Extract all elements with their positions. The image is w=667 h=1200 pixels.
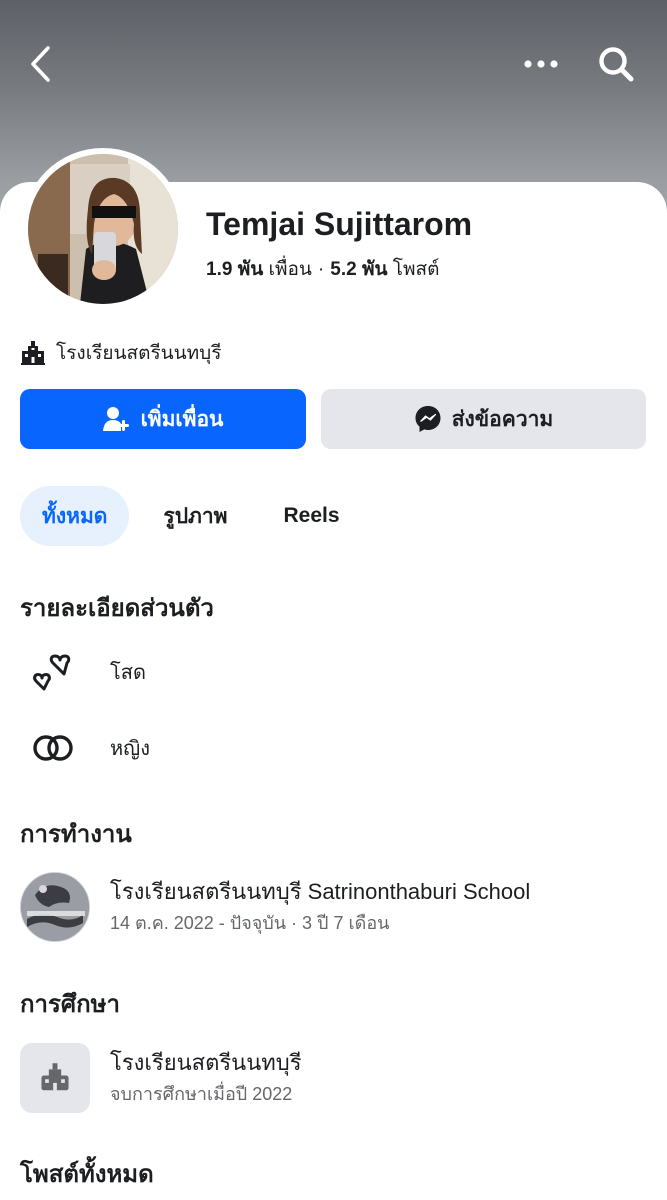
detail-gender: หญิง bbox=[20, 724, 150, 772]
tab-all[interactable]: ทั้งหมด bbox=[20, 486, 130, 546]
search-icon bbox=[599, 47, 634, 82]
relationship-status: โสด bbox=[110, 662, 146, 684]
education-title: การศึกษา bbox=[20, 991, 120, 1018]
interlocked-rings-icon bbox=[20, 724, 90, 772]
tab-photos[interactable]: รูปภาพ bbox=[163, 486, 227, 546]
work-text: โรงเรียนสตรีนนทบุรี Satrinonthaburi Scho… bbox=[110, 878, 530, 937]
school-building-icon bbox=[21, 341, 45, 365]
search-button[interactable] bbox=[590, 38, 642, 90]
profile-tabs: ทั้งหมด รูปภาพ Reels bbox=[20, 486, 340, 546]
posts-count: 5.2 พัน bbox=[330, 259, 388, 280]
add-friend-label: เพิ่มเพื่อน bbox=[140, 407, 224, 431]
message-button[interactable]: ส่งข้อความ bbox=[321, 389, 646, 449]
messenger-icon bbox=[415, 406, 441, 432]
stats-separator: · bbox=[317, 259, 325, 280]
personal-details-title: รายละเอียดส่วนตัว bbox=[20, 595, 214, 622]
work-duration: 14 ต.ค. 2022 - ปัจจุบัน · 3 ปี 7 เดือน bbox=[110, 912, 390, 933]
school-building-icon bbox=[41, 1063, 69, 1091]
add-friend-button[interactable]: เพิ่มเพื่อน bbox=[20, 389, 306, 449]
back-button[interactable] bbox=[18, 40, 62, 88]
top-bar bbox=[0, 0, 667, 130]
chevron-left-icon bbox=[31, 46, 50, 82]
school-line: โรงเรียนสตรีนนทบุรี bbox=[20, 338, 221, 368]
hearts-icon bbox=[20, 648, 90, 696]
more-dots-icon bbox=[524, 60, 558, 68]
education-school: โรงเรียนสตรีนนทบุรี bbox=[110, 1049, 302, 1075]
add-friend-icon bbox=[102, 407, 129, 431]
profile-stats: 1.9 พัน เพื่อน · 5.2 พัน โพสต์ bbox=[206, 254, 439, 284]
posts-stat: 5.2 พัน โพสต์ bbox=[330, 259, 439, 280]
education-thumb bbox=[20, 1043, 90, 1113]
education-text: โรงเรียนสตรีนนทบุรี จบการศึกษาเมื่อปี 20… bbox=[110, 1049, 302, 1108]
more-button[interactable] bbox=[518, 42, 564, 86]
work-entry[interactable]: โรงเรียนสตรีนนทบุรี Satrinonthaburi Scho… bbox=[20, 872, 530, 942]
school-name: โรงเรียนสตรีนนทบุรี bbox=[56, 343, 222, 364]
avatar-photo bbox=[28, 154, 178, 304]
school-logo bbox=[20, 872, 90, 942]
friends-stat[interactable]: 1.9 พัน เพื่อน bbox=[206, 259, 312, 280]
friends-label: เพื่อน bbox=[268, 259, 312, 280]
profile-name: Temjai Sujittarom bbox=[206, 206, 473, 242]
education-entry[interactable]: โรงเรียนสตรีนนทบุรี จบการศึกษาเมื่อปี 20… bbox=[20, 1043, 302, 1113]
avatar-image-icon bbox=[28, 154, 178, 304]
avatar[interactable] bbox=[22, 148, 184, 310]
all-posts-title: โพสต์ทั้งหมด bbox=[20, 1161, 154, 1188]
posts-label: โพสต์ bbox=[392, 259, 440, 280]
tab-reels[interactable]: Reels bbox=[284, 486, 340, 546]
education-detail: จบการศึกษาเมื่อปี 2022 bbox=[110, 1083, 293, 1104]
message-label: ส่งข้อความ bbox=[451, 407, 554, 431]
detail-relationship: โสด bbox=[20, 648, 146, 696]
friends-count: 1.9 พัน bbox=[206, 259, 264, 280]
work-title: การทำงาน bbox=[20, 821, 132, 848]
work-place: โรงเรียนสตรีนนทบุรี Satrinonthaburi Scho… bbox=[110, 878, 531, 904]
gender: หญิง bbox=[110, 738, 150, 760]
